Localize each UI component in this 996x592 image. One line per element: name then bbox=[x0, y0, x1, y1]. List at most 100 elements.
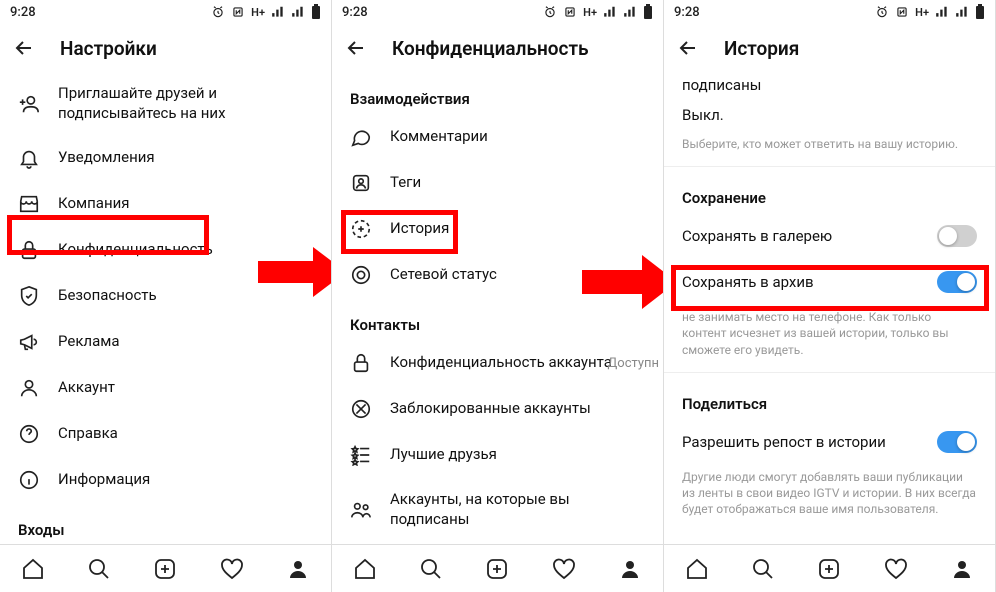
nav-search[interactable] bbox=[750, 556, 776, 582]
nav-profile[interactable] bbox=[949, 556, 975, 582]
menu-account[interactable]: Аккаунт bbox=[0, 365, 331, 411]
off-label[interactable]: Выкл. bbox=[664, 98, 995, 132]
nav-add[interactable] bbox=[484, 556, 510, 582]
menu-label: Теги bbox=[390, 173, 421, 193]
menu-following[interactable]: Аккаунты, на которые вы подписаны bbox=[332, 478, 663, 541]
switch-on[interactable] bbox=[937, 271, 977, 293]
nav-add[interactable] bbox=[816, 556, 842, 582]
bell-icon bbox=[18, 147, 40, 169]
menu-notifications[interactable]: Уведомления bbox=[0, 135, 331, 181]
page-title: История bbox=[724, 37, 799, 60]
battery-icon bbox=[311, 4, 321, 20]
back-icon[interactable] bbox=[344, 36, 368, 60]
person-icon bbox=[18, 377, 40, 399]
signal-icon-2 bbox=[955, 5, 969, 19]
nav-home[interactable] bbox=[684, 556, 710, 582]
bottom-nav bbox=[664, 544, 995, 592]
page-title: Конфиденциальность bbox=[392, 37, 589, 60]
lock-icon bbox=[350, 352, 372, 374]
star-list-icon bbox=[350, 444, 372, 466]
menu-value: Доступн bbox=[608, 356, 659, 371]
page-header: Конфиденциальность bbox=[332, 24, 663, 72]
menu-label: Конфиденциальность bbox=[58, 240, 213, 260]
nav-activity[interactable] bbox=[551, 556, 577, 582]
nav-home[interactable] bbox=[352, 556, 378, 582]
nav-add[interactable] bbox=[152, 556, 178, 582]
help-text: не занимать место на телефоне. Как тольк… bbox=[664, 305, 995, 368]
menu-account-privacy[interactable]: Конфиденциальность аккаунта Доступн bbox=[332, 340, 663, 386]
nav-profile[interactable] bbox=[285, 556, 311, 582]
toggle-save-gallery[interactable]: Сохранять в галерею bbox=[664, 213, 995, 259]
menu-about[interactable]: Информация bbox=[0, 457, 331, 503]
back-icon[interactable] bbox=[676, 36, 700, 60]
page-header: Настройки bbox=[0, 24, 331, 72]
activity-icon bbox=[350, 264, 372, 286]
nfc-icon bbox=[563, 5, 577, 19]
toggle-save-archive[interactable]: Сохранять в архив bbox=[664, 259, 995, 305]
menu-story[interactable]: История bbox=[332, 206, 663, 252]
status-bar: 9:28 H+ bbox=[0, 0, 331, 24]
battery-icon bbox=[975, 4, 985, 20]
status-time: 9:28 bbox=[674, 5, 700, 20]
info-icon bbox=[18, 469, 40, 491]
status-icons: H+ bbox=[211, 4, 321, 20]
signal-icon bbox=[603, 5, 617, 19]
toggle-label: Разрешить репост в истории bbox=[682, 433, 886, 451]
people-icon bbox=[350, 499, 372, 521]
menu-business[interactable]: Компания bbox=[0, 181, 331, 227]
nav-search[interactable] bbox=[86, 556, 112, 582]
menu-security[interactable]: Безопасность bbox=[0, 273, 331, 319]
back-icon[interactable] bbox=[12, 36, 36, 60]
divider bbox=[664, 372, 995, 373]
menu-privacy[interactable]: Конфиденциальность bbox=[0, 227, 331, 273]
section-logins: Входы bbox=[0, 503, 331, 544]
menu-blocked[interactable]: Заблокированные аккаунты bbox=[332, 386, 663, 432]
signal-icon-2 bbox=[623, 5, 637, 19]
switch-off[interactable] bbox=[937, 225, 977, 247]
alarm-icon bbox=[211, 5, 225, 19]
menu-invite-friends[interactable]: Приглашайте друзей и подписывайтесь на н… bbox=[0, 72, 331, 135]
help-text: Другие люди смогут добавлять ваши публик… bbox=[664, 465, 995, 528]
megaphone-icon bbox=[18, 331, 40, 353]
shield-icon bbox=[18, 285, 40, 307]
menu-comments[interactable]: Комментарии bbox=[332, 114, 663, 160]
help-icon bbox=[18, 423, 40, 445]
toggle-allow-repost[interactable]: Разрешить репост в истории bbox=[664, 419, 995, 465]
comment-icon bbox=[350, 126, 372, 148]
menu-label: Конфиденциальность аккаунта bbox=[390, 353, 612, 373]
menu-tags[interactable]: Теги bbox=[332, 160, 663, 206]
nav-search[interactable] bbox=[418, 556, 444, 582]
menu-label: Приглашайте друзей и подписывайтесь на н… bbox=[58, 84, 313, 123]
alarm-icon bbox=[543, 5, 557, 19]
network-type: H+ bbox=[583, 6, 597, 19]
menu-close-friends[interactable]: Лучшие друзья bbox=[332, 432, 663, 478]
status-bar: 9:28 H+ bbox=[664, 0, 995, 24]
content-area: Взаимодействия Комментарии Теги История bbox=[332, 72, 663, 544]
status-time: 9:28 bbox=[10, 5, 36, 20]
panel-privacy: 9:28 H+ Конфиденциальность Взаимодействи… bbox=[332, 0, 664, 592]
toggle-label: Сохранять в галерею bbox=[682, 227, 832, 245]
nav-home[interactable] bbox=[20, 556, 46, 582]
nav-activity[interactable] bbox=[883, 556, 909, 582]
menu-label: Аккаунты, на которые вы подписаны bbox=[390, 490, 645, 529]
nav-activity[interactable] bbox=[219, 556, 245, 582]
nfc-icon bbox=[231, 5, 245, 19]
switch-on[interactable] bbox=[937, 431, 977, 453]
partial-text: подписаны bbox=[664, 72, 995, 98]
menu-help[interactable]: Справка bbox=[0, 411, 331, 457]
nav-profile[interactable] bbox=[617, 556, 643, 582]
menu-ads[interactable]: Реклама bbox=[0, 319, 331, 365]
help-text: Выберите, кто может ответить на вашу ист… bbox=[664, 132, 995, 162]
block-icon bbox=[350, 398, 372, 420]
divider bbox=[664, 166, 995, 167]
signal-icon bbox=[271, 5, 285, 19]
menu-activity-status[interactable]: Сетевой статус bbox=[332, 252, 663, 298]
section-save: Сохранение bbox=[664, 171, 995, 213]
network-type: H+ bbox=[251, 6, 265, 19]
bottom-nav bbox=[332, 544, 663, 592]
menu-label: Заблокированные аккаунты bbox=[390, 399, 591, 419]
menu-label: Информация bbox=[58, 470, 150, 490]
menu-label: Сетевой статус bbox=[390, 265, 497, 285]
page-header: История bbox=[664, 24, 995, 72]
nfc-icon bbox=[895, 5, 909, 19]
